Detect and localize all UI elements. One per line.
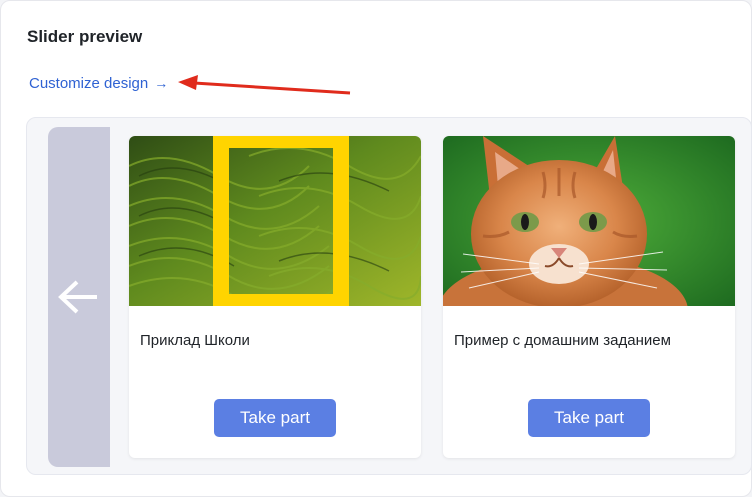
page-title: Slider preview — [27, 27, 143, 46]
card-title: Пример с домашним заданием — [454, 332, 671, 349]
slider-card: Пример с домашним заданием Take part — [443, 136, 735, 458]
annotation-arrow-icon — [178, 75, 351, 95]
card-image — [443, 136, 735, 306]
card-image — [129, 136, 421, 306]
customize-design-label: Customize design — [29, 75, 149, 92]
take-part-button[interactable]: Take part — [214, 399, 336, 437]
cat-photo-image — [443, 136, 735, 306]
arrow-left-icon — [58, 280, 97, 314]
take-part-button[interactable]: Take part — [528, 399, 650, 437]
card-title: Приклад Школи — [140, 332, 250, 349]
slider-card: Приклад Школи Take part — [129, 136, 421, 458]
terraced-landscape-image — [129, 136, 421, 306]
customize-design-link[interactable]: Customize design → — [29, 75, 168, 92]
arrow-right-icon: → — [154, 75, 169, 91]
slider-prev-button[interactable] — [48, 127, 110, 467]
